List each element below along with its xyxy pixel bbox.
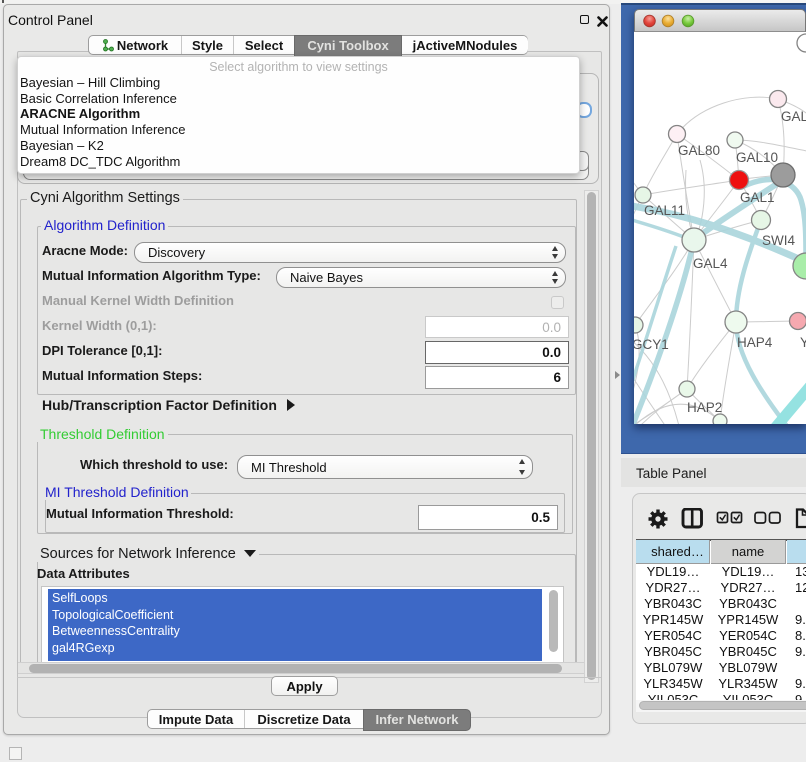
svg-text:HAP2: HAP2: [687, 400, 722, 415]
svg-text:GAL80: GAL80: [678, 143, 720, 158]
svg-text:GAL7: GAL7: [781, 109, 806, 124]
svg-text:Y: Y: [800, 335, 806, 350]
svg-text:GAL4: GAL4: [693, 256, 728, 271]
svg-text:GCY1: GCY1: [634, 337, 669, 352]
svg-text:GAL11: GAL11: [644, 203, 685, 218]
svg-text:GAL10: GAL10: [736, 150, 778, 165]
svg-text:SWI4: SWI4: [762, 233, 795, 248]
svg-text:GAL1: GAL1: [740, 190, 775, 205]
svg-text:HAP4: HAP4: [737, 335, 773, 350]
